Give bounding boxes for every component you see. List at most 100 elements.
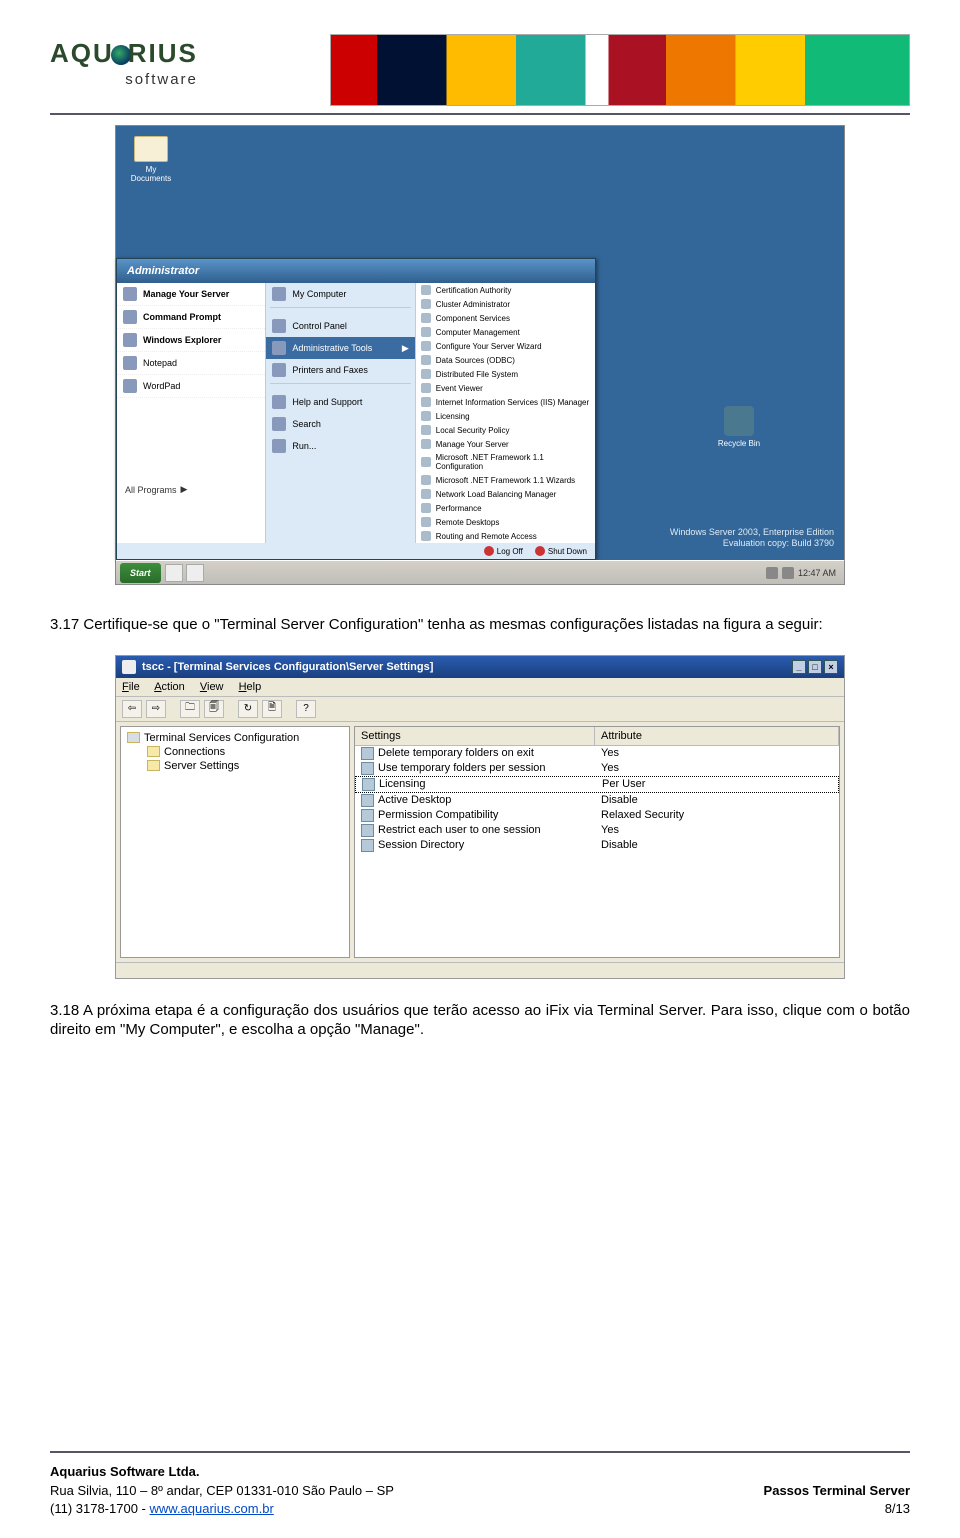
logo-subtitle: software: [50, 71, 198, 88]
setting-name: Delete temporary folders on exit: [378, 747, 534, 759]
watermark-line2: Evaluation copy: Build 3790: [670, 538, 834, 550]
fly-iis[interactable]: Internet Information Services (IIS) Mana…: [416, 395, 595, 409]
wordpad-icon: [123, 379, 137, 393]
setting-name: Permission Compatibility: [378, 809, 498, 821]
right-item-mycomputer[interactable]: My Computer: [266, 283, 414, 305]
list-row[interactable]: Permission Compatibility Relaxed Security: [355, 808, 839, 823]
tree-root[interactable]: Terminal Services Configuration: [125, 731, 345, 745]
odbc-icon: [421, 355, 431, 365]
export-button[interactable]: 🗎: [262, 700, 282, 718]
right-item-printers[interactable]: Printers and Faxes: [266, 359, 414, 381]
setting-attribute: Relaxed Security: [595, 808, 839, 823]
tree-connections[interactable]: Connections: [145, 745, 345, 759]
list-row[interactable]: Use temporary folders per sessionYes: [355, 761, 839, 776]
menu-action[interactable]: Action: [154, 681, 185, 693]
list-row[interactable]: Delete temporary folders on exit Yes: [355, 746, 839, 761]
right-item-help-label: Help and Support: [292, 397, 362, 407]
setting-name: Active Desktop: [378, 794, 451, 806]
setting-name: Session Directory: [378, 839, 464, 851]
fly-compmgmt[interactable]: Computer Management: [416, 325, 595, 339]
back-button[interactable]: ⇦: [122, 700, 142, 718]
setting-attribute: Yes: [595, 823, 839, 838]
tree-server-settings[interactable]: Server Settings: [145, 759, 345, 773]
list-row[interactable]: Active DesktopDisable: [355, 793, 839, 808]
menu-view[interactable]: View: [200, 681, 224, 693]
close-button[interactable]: ×: [824, 660, 838, 674]
list-row[interactable]: Session DirectoryDisable: [355, 838, 839, 853]
setting-attribute: Yes: [595, 746, 839, 761]
server-icon: [123, 287, 137, 301]
tray-icon[interactable]: [782, 567, 794, 579]
search-icon: [272, 417, 286, 431]
recycle-bin-label: Recycle Bin: [718, 439, 760, 448]
left-item-notepad[interactable]: Notepad: [117, 352, 265, 375]
right-item-mycomputer-label: My Computer: [292, 289, 346, 299]
setting-icon: [361, 809, 374, 822]
remote-icon: [421, 517, 431, 527]
left-item-manage-label: Manage Your Server: [143, 289, 229, 299]
menu-help[interactable]: Help: [239, 681, 262, 693]
left-item-notepad-label: Notepad: [143, 358, 177, 368]
left-item-cmd-label: Command Prompt: [143, 312, 221, 322]
recycle-bin-icon[interactable]: Recycle Bin: [714, 406, 764, 448]
help-button[interactable]: ?: [296, 700, 316, 718]
fly-evtvw[interactable]: Event Viewer: [416, 381, 595, 395]
left-item-wordpad[interactable]: WordPad: [117, 375, 265, 398]
shutdown-button[interactable]: Shut Down: [535, 546, 587, 556]
footer-url[interactable]: www.aquarius.com.br: [150, 1501, 274, 1516]
minimize-button[interactable]: _: [792, 660, 806, 674]
fly-lsp[interactable]: Local Security Policy: [416, 423, 595, 437]
tray-icon[interactable]: [766, 567, 778, 579]
fly-compsvc[interactable]: Component Services: [416, 311, 595, 325]
fly-cfgwiz[interactable]: Configure Your Server Wizard: [416, 339, 595, 353]
col-settings[interactable]: Settings: [355, 727, 595, 745]
right-item-help[interactable]: Help and Support: [266, 391, 414, 413]
fly-netwiz[interactable]: Microsoft .NET Framework 1.1 Wizards: [416, 473, 595, 487]
all-programs[interactable]: All Programs▶: [117, 478, 265, 501]
compmgmt-icon: [421, 327, 431, 337]
logoff-button[interactable]: Log Off: [484, 546, 523, 556]
left-item-explorer[interactable]: Windows Explorer: [117, 329, 265, 352]
fly-rras[interactable]: Routing and Remote Access: [416, 529, 595, 543]
header-art: [330, 34, 910, 106]
fly-cert[interactable]: Certification Authority: [416, 283, 595, 297]
titlebar: tscc - [Terminal Services Configuration\…: [116, 656, 844, 678]
fly-mys[interactable]: Manage Your Server: [416, 437, 595, 451]
left-item-cmd[interactable]: Command Prompt: [117, 306, 265, 329]
refresh-button[interactable]: ↻: [238, 700, 258, 718]
right-item-admintools[interactable]: Administrative Tools▶: [266, 337, 414, 359]
page-number: 8/13: [764, 1500, 910, 1518]
props-button[interactable]: 🗐: [204, 700, 224, 718]
up-button[interactable]: 🗀: [180, 700, 200, 718]
chevron-right-icon: ▶: [402, 343, 409, 354]
maximize-button[interactable]: □: [808, 660, 822, 674]
fly-nlb[interactable]: Network Load Balancing Manager: [416, 487, 595, 501]
list-row[interactable]: LicensingPer User: [355, 776, 839, 793]
fly-rd[interactable]: Remote Desktops: [416, 515, 595, 529]
quicklaunch-item[interactable]: [186, 564, 204, 582]
right-item-run[interactable]: Run...: [266, 435, 414, 457]
my-documents-icon[interactable]: My Documents: [126, 136, 176, 183]
window-title: tscc - [Terminal Services Configuration\…: [142, 661, 433, 673]
col-attribute[interactable]: Attribute: [595, 727, 839, 745]
right-item-search-label: Search: [292, 419, 321, 429]
left-item-manage[interactable]: Manage Your Server: [117, 283, 265, 306]
fly-perf[interactable]: Performance: [416, 501, 595, 515]
menubar: File Action View Help: [116, 678, 844, 697]
right-item-controlpanel[interactable]: Control Panel: [266, 315, 414, 337]
fly-cluster[interactable]: Cluster Administrator: [416, 297, 595, 311]
fly-netcfg[interactable]: Microsoft .NET Framework 1.1 Configurati…: [416, 451, 595, 473]
right-item-search[interactable]: Search: [266, 413, 414, 435]
logo: AQURIUS software: [50, 38, 198, 88]
start-button[interactable]: Start: [120, 563, 161, 583]
quicklaunch-item[interactable]: [165, 564, 183, 582]
fly-lic[interactable]: Licensing: [416, 409, 595, 423]
fly-dfs[interactable]: Distributed File System: [416, 367, 595, 381]
setting-icon: [361, 824, 374, 837]
start-label: Start: [130, 568, 151, 578]
list-row[interactable]: Restrict each user to one sessionYes: [355, 823, 839, 838]
admintools-icon: [272, 341, 286, 355]
forward-button[interactable]: ⇨: [146, 700, 166, 718]
fly-odbc[interactable]: Data Sources (ODBC): [416, 353, 595, 367]
menu-file[interactable]: File: [122, 681, 140, 693]
